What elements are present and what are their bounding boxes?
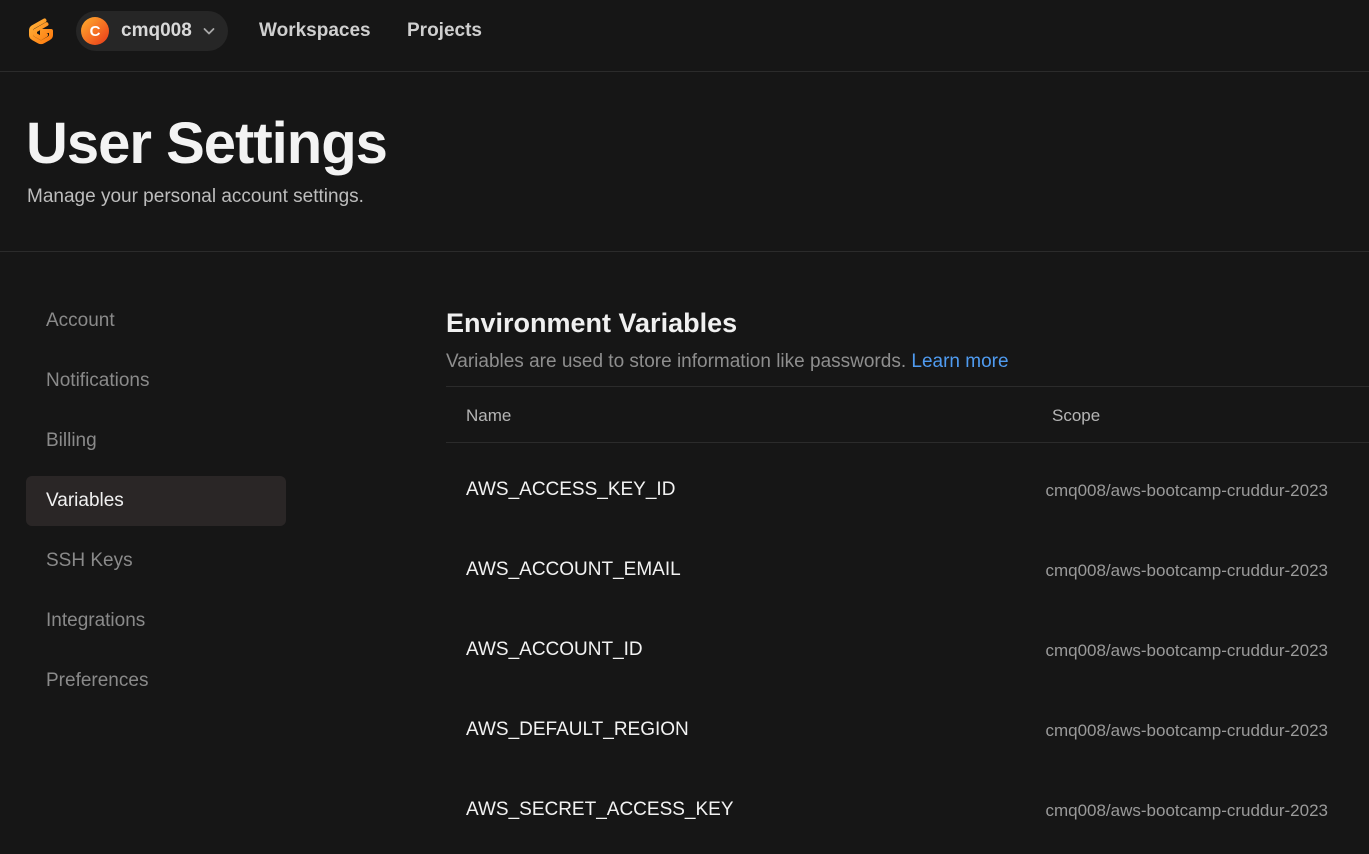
nav-link-projects[interactable]: Projects — [407, 20, 482, 42]
sidebar-item-preferences[interactable]: Preferences — [26, 656, 286, 706]
settings-sidebar: Account Notifications Billing Variables … — [26, 296, 286, 716]
section-title: Environment Variables — [446, 308, 738, 338]
top-navigation-bar: C cmq008 Workspaces Projects — [0, 0, 1369, 72]
variable-name: AWS_DEFAULT_REGION — [466, 719, 689, 740]
table-header: Name Scope — [446, 386, 1369, 443]
user-menu-button[interactable]: C cmq008 — [76, 11, 228, 51]
table-row[interactable]: AWS_ACCOUNT_EMAIL cmq008/aws-bootcamp-cr… — [446, 523, 1369, 603]
table-row[interactable]: AWS_SECRET_ACCESS_KEY cmq008/aws-bootcam… — [446, 763, 1369, 843]
username-label: cmq008 — [121, 20, 192, 41]
header-divider — [0, 251, 1369, 252]
table-row[interactable]: AWS_DEFAULT_REGION cmq008/aws-bootcamp-c… — [446, 683, 1369, 763]
variable-name: AWS_ACCESS_KEY_ID — [466, 479, 676, 500]
variable-name: AWS_ACCOUNT_EMAIL — [466, 559, 681, 580]
variable-scope: cmq008/aws-bootcamp-cruddur-2023 — [1045, 641, 1328, 660]
variable-scope: cmq008/aws-bootcamp-cruddur-2023 — [1045, 801, 1328, 820]
column-header-name: Name — [466, 406, 512, 425]
table-row[interactable]: AWS_ACCOUNT_ID cmq008/aws-bootcamp-crudd… — [446, 603, 1369, 683]
description-text: Variables are used to store information … — [446, 351, 907, 372]
sidebar-item-variables[interactable]: Variables — [26, 476, 286, 526]
learn-more-link[interactable]: Learn more — [911, 351, 1008, 372]
variables-table: Name Scope AWS_ACCESS_KEY_ID cmq008/aws-… — [446, 386, 1369, 843]
column-header-scope: Scope — [1052, 406, 1101, 425]
sidebar-item-ssh-keys[interactable]: SSH Keys — [26, 536, 286, 586]
sidebar-item-notifications[interactable]: Notifications — [26, 356, 286, 406]
section-description: Variables are used to store information … — [446, 351, 1009, 373]
sidebar-item-integrations[interactable]: Integrations — [26, 596, 286, 646]
sidebar-item-account[interactable]: Account — [26, 296, 286, 346]
table-row[interactable]: AWS_ACCESS_KEY_ID cmq008/aws-bootcamp-cr… — [446, 443, 1369, 523]
variable-name: AWS_SECRET_ACCESS_KEY — [466, 799, 734, 820]
variable-scope: cmq008/aws-bootcamp-cruddur-2023 — [1045, 561, 1328, 580]
sidebar-item-billing[interactable]: Billing — [26, 416, 286, 466]
nav-link-workspaces[interactable]: Workspaces — [259, 20, 371, 42]
chevron-down-icon — [203, 28, 215, 35]
gitpod-logo-icon[interactable] — [24, 14, 58, 48]
variable-scope: cmq008/aws-bootcamp-cruddur-2023 — [1045, 481, 1328, 500]
page-subtitle: Manage your personal account settings. — [27, 186, 364, 207]
variable-scope: cmq008/aws-bootcamp-cruddur-2023 — [1045, 721, 1328, 740]
page-title: User Settings — [26, 111, 388, 176]
avatar: C — [81, 17, 109, 45]
variable-name: AWS_ACCOUNT_ID — [466, 639, 643, 660]
